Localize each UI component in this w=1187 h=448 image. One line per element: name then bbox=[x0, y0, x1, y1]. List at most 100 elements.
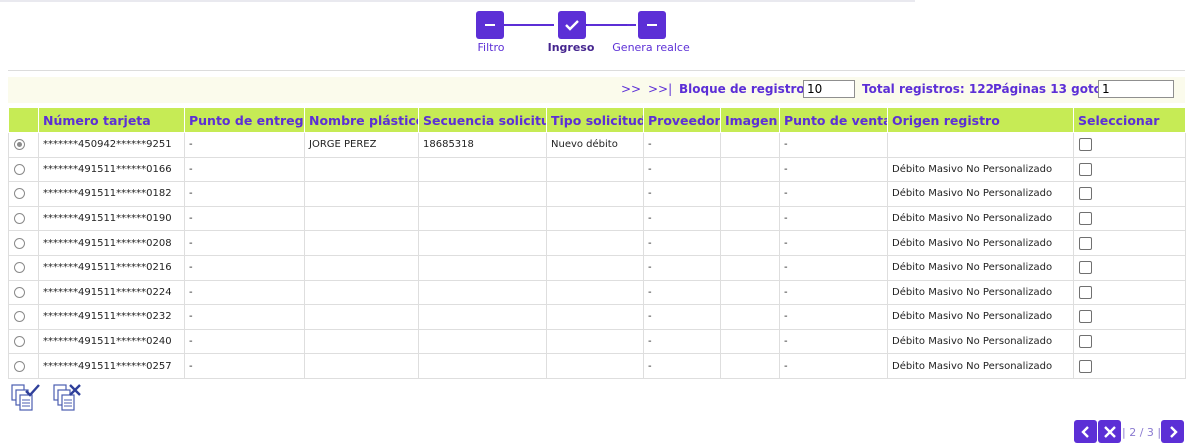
cell-punto-entrega: - bbox=[184, 279, 305, 306]
row-select-cell bbox=[1073, 279, 1186, 306]
stepper-connector bbox=[586, 24, 636, 26]
table-row[interactable]: *******491511******0208- - - Débito Masivo … bbox=[8, 230, 1186, 256]
header-proveedor[interactable]: Proveedor bbox=[643, 107, 721, 133]
cell-punto-entrega: - bbox=[184, 254, 305, 281]
row-select-checkbox[interactable] bbox=[1079, 359, 1092, 373]
row-radio-button[interactable] bbox=[14, 213, 25, 225]
cell-nombre-plastico: JORGE PEREZ bbox=[304, 132, 419, 158]
row-select-cell bbox=[1073, 254, 1186, 281]
row-radio-cell bbox=[8, 156, 39, 183]
header-punto-entrega[interactable]: Punto de entrega bbox=[184, 107, 305, 133]
cell-tipo-solicitud bbox=[546, 353, 644, 379]
row-radio-button[interactable] bbox=[14, 237, 25, 249]
row-radio-button[interactable] bbox=[14, 360, 25, 372]
row-select-checkbox[interactable] bbox=[1079, 162, 1092, 176]
table-header-row: Número tarjeta Punto de entrega Nombre p… bbox=[8, 107, 1186, 133]
cell-proveedor: - bbox=[643, 328, 721, 355]
cell-nombre-plastico bbox=[304, 156, 419, 183]
close-button[interactable] bbox=[1098, 420, 1121, 443]
cell-origen-registro: Débito Masivo No Personalizado bbox=[887, 254, 1074, 281]
step-ingreso-node[interactable] bbox=[558, 11, 586, 39]
cell-origen-registro: Débito Masivo No Personalizado bbox=[887, 205, 1074, 232]
row-select-checkbox[interactable] bbox=[1079, 138, 1092, 152]
cell-numero-tarjeta: *******491511******0232 bbox=[38, 304, 185, 330]
header-numero-tarjeta[interactable]: Número tarjeta bbox=[38, 107, 185, 133]
last-page-link[interactable]: >>| bbox=[648, 82, 672, 96]
prev-page-button[interactable] bbox=[1074, 420, 1097, 443]
row-radio-button[interactable] bbox=[14, 163, 25, 175]
next-page-link[interactable]: >> bbox=[621, 82, 641, 96]
cell-tipo-solicitud bbox=[546, 328, 644, 355]
block-size-label: Bloque de registros: bbox=[679, 82, 817, 96]
cell-punto-venta: - bbox=[779, 353, 888, 379]
row-select-checkbox[interactable] bbox=[1079, 285, 1092, 299]
row-select-cell bbox=[1073, 181, 1186, 207]
row-radio-button[interactable] bbox=[14, 188, 25, 200]
deselect-all-icon[interactable] bbox=[52, 383, 82, 415]
table-row[interactable]: *******491511******0232- - - Débito Masivo … bbox=[8, 304, 1186, 330]
table-row[interactable]: *******491511******0216- - - Débito Masivo … bbox=[8, 254, 1186, 281]
table-row[interactable]: *******450942******9251- JORGE PEREZ 18685… bbox=[8, 132, 1186, 158]
cell-imagen bbox=[720, 230, 780, 256]
goto-page-input[interactable]: 1 bbox=[1098, 80, 1174, 98]
row-radio-button[interactable] bbox=[14, 286, 25, 298]
cell-proveedor: - bbox=[643, 156, 721, 183]
table-row[interactable]: *******491511******0166- - - Débito Masivo … bbox=[8, 156, 1186, 183]
chevron-right-icon bbox=[1169, 425, 1178, 438]
cell-tipo-solicitud bbox=[546, 304, 644, 330]
minus-icon bbox=[647, 24, 657, 26]
header-imagen[interactable]: Imagen bbox=[720, 107, 780, 133]
next-page-button[interactable] bbox=[1161, 420, 1184, 443]
records-table: Número tarjeta Punto de entrega Nombre p… bbox=[8, 107, 1186, 379]
step-genera-realce-node[interactable] bbox=[638, 11, 666, 39]
table-row[interactable]: *******491511******0182- - - Débito Masivo … bbox=[8, 181, 1186, 207]
step-label-genera-realce[interactable]: Genera realce bbox=[612, 41, 689, 54]
row-select-checkbox[interactable] bbox=[1079, 310, 1092, 324]
row-select-checkbox[interactable] bbox=[1079, 187, 1092, 201]
row-select-checkbox[interactable] bbox=[1079, 261, 1092, 275]
progress-stepper: Filtro Ingreso Genera realce bbox=[472, 10, 702, 58]
row-select-checkbox[interactable] bbox=[1079, 236, 1092, 250]
table-row[interactable]: *******491511******0257- - - Débito Masivo … bbox=[8, 353, 1186, 379]
cell-proveedor: - bbox=[643, 304, 721, 330]
section-divider bbox=[8, 70, 1185, 71]
header-tipo-solicitud[interactable]: Tipo solicitud bbox=[546, 107, 644, 133]
header-origen-registro[interactable]: Origen registro bbox=[887, 107, 1074, 133]
cell-nombre-plastico bbox=[304, 254, 419, 281]
check-icon bbox=[565, 20, 579, 31]
row-select-cell bbox=[1073, 205, 1186, 232]
row-select-checkbox[interactable] bbox=[1079, 212, 1092, 226]
header-punto-venta[interactable]: Punto de venta bbox=[779, 107, 888, 133]
cell-punto-venta: - bbox=[779, 279, 888, 306]
header-seleccionar[interactable]: Seleccionar bbox=[1073, 107, 1186, 133]
row-select-checkbox[interactable] bbox=[1079, 335, 1092, 349]
cell-tipo-solicitud bbox=[546, 181, 644, 207]
cell-secuencia-solicitud bbox=[418, 328, 547, 355]
step-filtro-node[interactable] bbox=[476, 11, 504, 39]
step-label-ingreso[interactable]: Ingreso bbox=[548, 41, 595, 54]
cell-secuencia-solicitud bbox=[418, 205, 547, 232]
row-radio-button[interactable] bbox=[14, 311, 25, 323]
cell-nombre-plastico bbox=[304, 279, 419, 306]
cell-punto-entrega: - bbox=[184, 205, 305, 232]
row-radio-button[interactable] bbox=[14, 262, 25, 274]
header-secuencia-solicitud[interactable]: Secuencia solicitud bbox=[418, 107, 547, 133]
row-radio-cell bbox=[8, 132, 39, 158]
block-size-input[interactable]: 10 bbox=[803, 80, 855, 98]
table-row[interactable]: *******491511******0190- - - Débito Masivo … bbox=[8, 205, 1186, 232]
table-row[interactable]: *******491511******0224- - - Débito Masivo … bbox=[8, 279, 1186, 306]
cell-numero-tarjeta: *******491511******0216 bbox=[38, 254, 185, 281]
cell-secuencia-solicitud bbox=[418, 230, 547, 256]
cell-imagen bbox=[720, 304, 780, 330]
select-all-icon[interactable] bbox=[10, 383, 40, 415]
row-radio-button[interactable] bbox=[14, 336, 25, 348]
step-label-filtro[interactable]: Filtro bbox=[478, 41, 505, 54]
table-row[interactable]: *******491511******0240- - - Débito Masivo … bbox=[8, 328, 1186, 355]
row-radio-button[interactable] bbox=[14, 139, 25, 151]
header-nombre-plastico[interactable]: Nombre plástico bbox=[304, 107, 419, 133]
cell-tipo-solicitud bbox=[546, 254, 644, 281]
cell-nombre-plastico bbox=[304, 205, 419, 232]
row-select-cell bbox=[1073, 328, 1186, 355]
cell-nombre-plastico bbox=[304, 328, 419, 355]
cell-tipo-solicitud bbox=[546, 279, 644, 306]
